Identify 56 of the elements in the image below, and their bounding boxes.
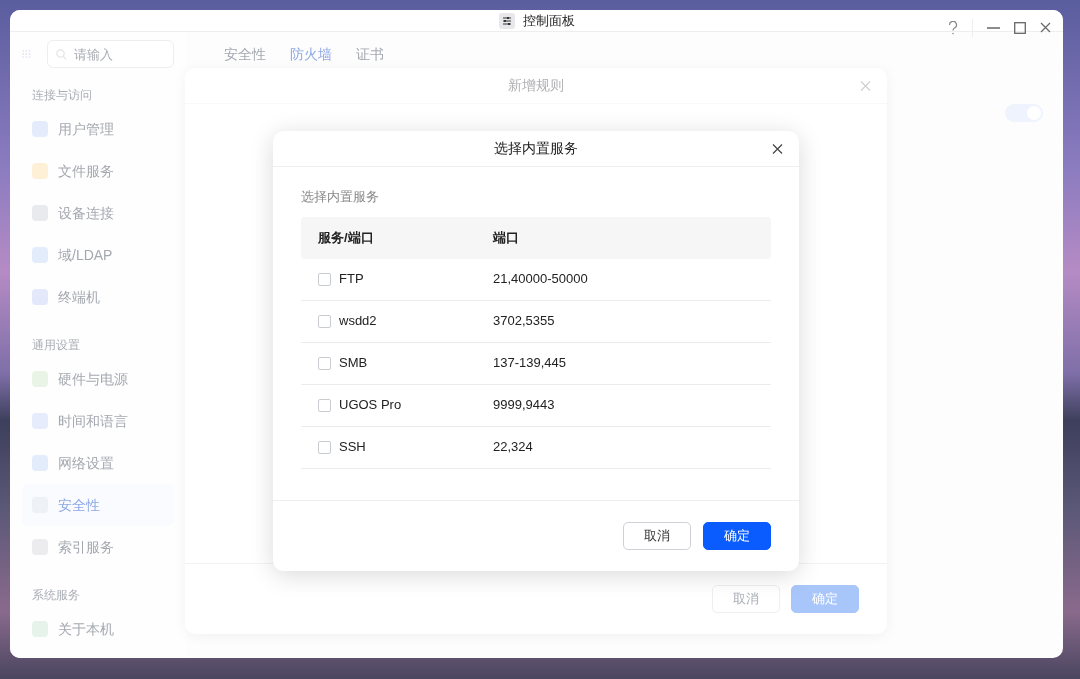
help-icon[interactable] (948, 20, 958, 35)
sidebar-item[interactable]: 关于本机 (22, 608, 174, 650)
table-cell: 137-139,445 (493, 355, 566, 371)
table-cell: 22,324 (493, 439, 533, 455)
table-cell-text: FTP (339, 270, 364, 289)
dialog-title: 新增规则 (508, 76, 564, 95)
cancel-button[interactable]: 取消 (623, 522, 691, 550)
checkbox[interactable] (318, 356, 331, 370)
app-icon (32, 247, 48, 263)
sidebar-item[interactable]: 域/LDAP (22, 234, 174, 276)
tab[interactable]: 证书 (356, 44, 384, 65)
app-icon (32, 289, 48, 305)
sidebar-item[interactable]: 安全性 (22, 484, 174, 526)
app-icon (32, 413, 48, 429)
checkbox[interactable] (318, 398, 331, 412)
tab[interactable]: 防火墙 (290, 44, 332, 65)
sidebar-item[interactable]: 网络设置 (22, 442, 174, 484)
group-heading: 连接与访问 (32, 87, 93, 104)
table-cell-text: SSH (339, 438, 366, 457)
table-cell: 21,40000-50000 (493, 271, 588, 287)
minimize-icon[interactable] (987, 26, 1000, 29)
app-icon (32, 163, 48, 179)
confirm-button[interactable]: 确定 (703, 522, 771, 550)
app-icon (32, 621, 48, 637)
group-heading: 系统服务 (32, 587, 81, 604)
table-cell: 9999,9443 (493, 397, 555, 413)
sidebar-item[interactable]: 设备连接 (22, 192, 174, 234)
column-header: 服务/端口 (318, 228, 374, 247)
search-field[interactable]: 请输入 (46, 40, 174, 68)
table-cell-text: SMB (339, 354, 368, 373)
close-button[interactable] (770, 141, 785, 156)
section-label: 选择内置服务 (301, 189, 379, 204)
checkbox[interactable] (318, 272, 331, 286)
sidebar-item[interactable]: 文件服务 (22, 150, 174, 192)
group-heading: 通用设置 (32, 337, 81, 354)
sidebar-item[interactable]: 索引服务 (22, 526, 174, 568)
apps-grid-icon[interactable] (22, 47, 31, 61)
sidebar-item[interactable]: 用户管理 (22, 108, 174, 150)
maximize-icon[interactable] (1014, 21, 1026, 34)
sidebar-item[interactable]: 终端机 (22, 276, 174, 318)
column-header: 端口 (493, 229, 519, 245)
search-icon (55, 49, 67, 60)
table-cell-text: wsdd2 (339, 312, 377, 331)
app-icon (32, 455, 48, 471)
close-icon[interactable] (1040, 22, 1051, 33)
table-cell-text: UGOS Pro (339, 396, 402, 415)
checkbox[interactable] (318, 440, 331, 454)
tab[interactable]: 安全性 (224, 44, 266, 65)
table-cell: 3702,5355 (493, 313, 555, 329)
window-title: 控制面板 (522, 11, 575, 30)
sidebar-item[interactable]: 时间和语言 (22, 400, 174, 442)
dialog-title: 选择内置服务 (494, 139, 578, 158)
sidebar-item[interactable]: 硬件与电源 (22, 358, 174, 400)
checkbox[interactable] (318, 314, 331, 328)
app-icon (32, 121, 48, 137)
app-icon (32, 371, 48, 387)
